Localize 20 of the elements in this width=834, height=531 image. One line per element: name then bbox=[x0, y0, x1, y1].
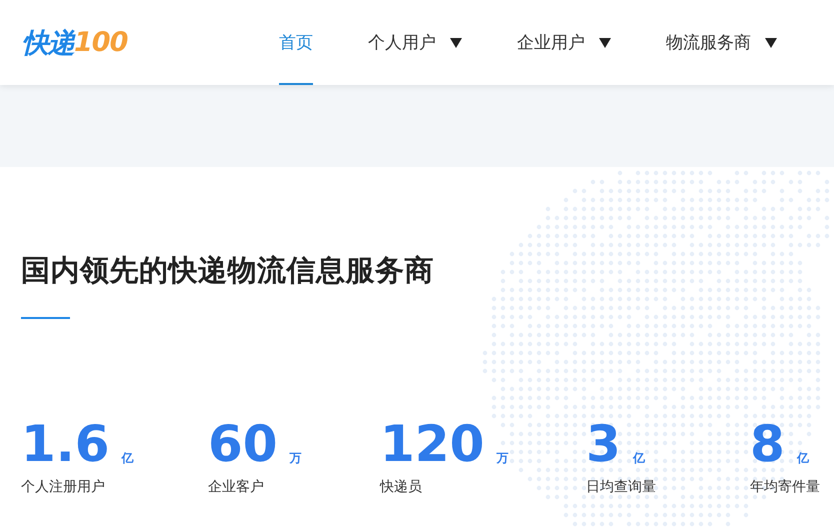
nav-tab[interactable]: 物流服务商 bbox=[666, 0, 777, 85]
nav-tab[interactable]: 企业用户 bbox=[517, 0, 611, 85]
stat-unit: 亿 bbox=[632, 450, 645, 467]
stat-unit: 亿 bbox=[122, 450, 134, 467]
logo[interactable]: 快递100 bbox=[0, 0, 279, 85]
stat-label: 快递员 bbox=[380, 478, 423, 496]
stat-label: 年均寄件量 bbox=[750, 478, 821, 496]
stat-value: 8 bbox=[750, 419, 785, 469]
stat-unit: 万 bbox=[290, 450, 302, 467]
stat-value: 60 bbox=[208, 419, 278, 469]
stat-value: 1.6 bbox=[21, 419, 110, 469]
stat-value: 120 bbox=[380, 419, 484, 469]
stat-label: 企业客户 bbox=[208, 478, 265, 496]
stat-unit: 万 bbox=[496, 450, 508, 467]
nav-tab[interactable]: 个人用户 bbox=[368, 0, 462, 85]
stat-unit: 亿 bbox=[796, 450, 809, 467]
page-heading: 国内领先的快递物流信息服务商 bbox=[21, 252, 435, 289]
stat-label: 个人注册用户 bbox=[21, 478, 106, 496]
stat-label: 日均查询量 bbox=[586, 478, 657, 496]
stat-value: 3 bbox=[586, 419, 621, 469]
